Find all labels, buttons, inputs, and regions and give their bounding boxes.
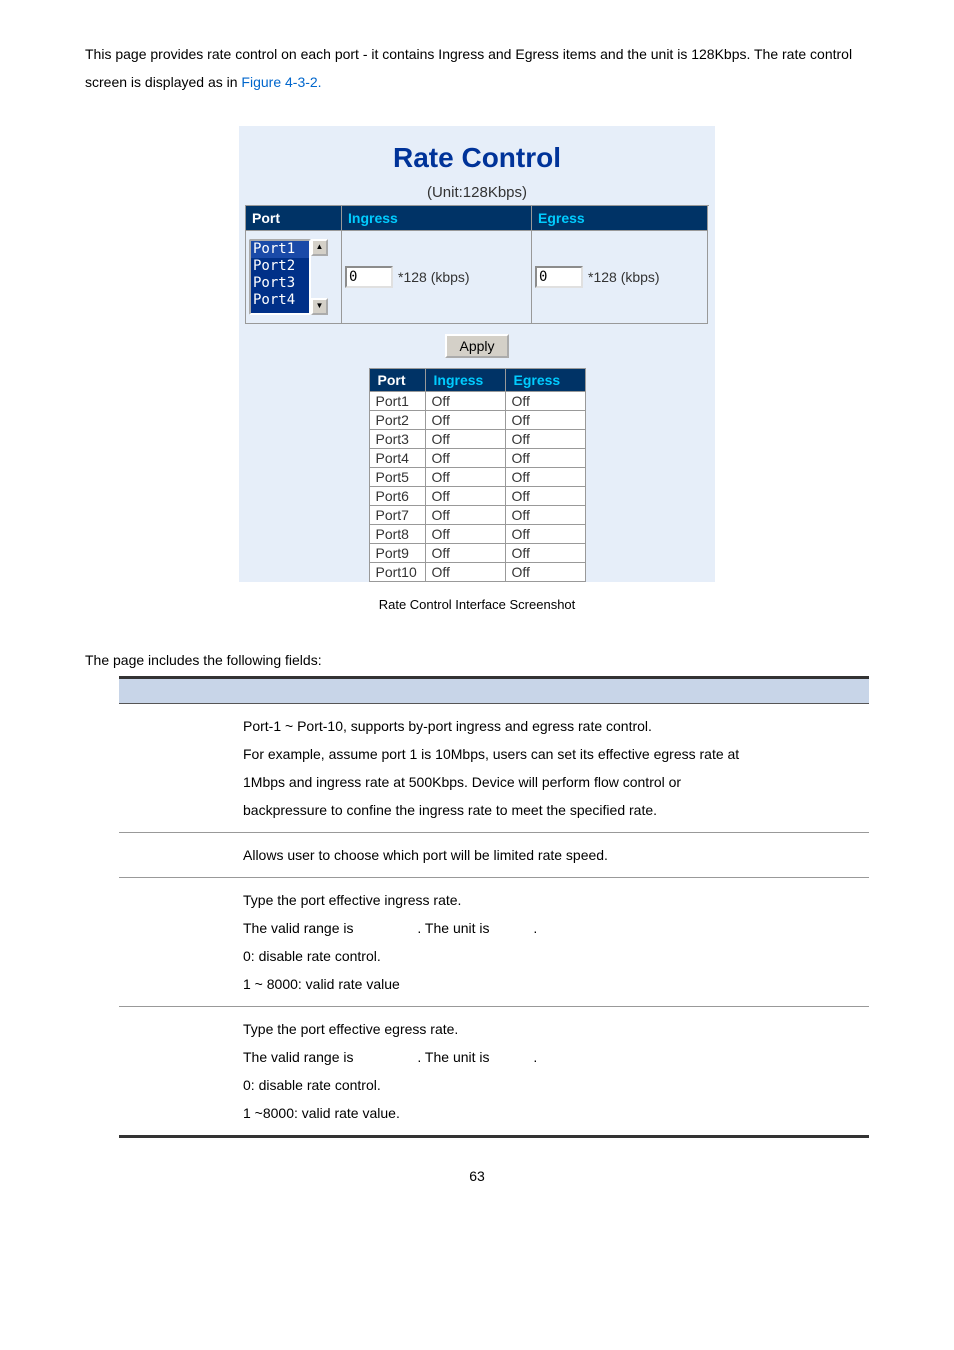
egress-unit-label: *128 (kbps)	[583, 269, 660, 285]
figure-caption: Rate Control Interface Screenshot	[85, 597, 869, 612]
desc-text: 0: disable rate control.	[243, 1071, 865, 1099]
desc-text: The valid range is . The unit is .	[243, 914, 865, 942]
intro-paragraph: This page provides rate control on each …	[85, 40, 869, 96]
port-option[interactable]: Port3	[251, 275, 309, 292]
port-option[interactable]: Port4	[251, 292, 309, 309]
port-option[interactable]: Port2	[251, 258, 309, 275]
table-row: Port7OffOff	[369, 506, 585, 525]
desc-text: 0: disable rate control.	[243, 942, 865, 970]
rate-control-panel: Rate Control (Unit:128Kbps) Port Ingress…	[239, 126, 715, 582]
desc-head-cell	[239, 678, 869, 704]
table-row: Port2OffOff	[369, 411, 585, 430]
desc-text: For example, assume port 1 is 10Mbps, us…	[243, 740, 865, 768]
ingress-input[interactable]	[345, 266, 393, 288]
status-table: Port Ingress Egress Port1OffOff Port2Off…	[369, 368, 586, 582]
desc-head-cell	[119, 678, 239, 704]
table-row: Allows user to choose which port will be…	[119, 833, 869, 878]
desc-text: Port-1 ~ Port-10, supports by-port ingre…	[243, 712, 865, 740]
header-ingress: Ingress	[342, 206, 532, 231]
port-option[interactable]: Port1	[251, 241, 309, 258]
port-select[interactable]: Port1 Port2 Port3 Port4	[249, 239, 311, 315]
table-row: Port8OffOff	[369, 525, 585, 544]
apply-button[interactable]: Apply	[445, 334, 508, 358]
status-header-egress: Egress	[505, 369, 585, 392]
table-row: Port1OffOff	[369, 392, 585, 411]
rate-control-title: Rate Control	[245, 138, 709, 184]
table-row: Port10OffOff	[369, 563, 585, 582]
rate-control-unit: (Unit:128Kbps)	[245, 184, 709, 205]
header-port: Port	[246, 206, 342, 231]
desc-text: 1 ~ 8000: valid rate value	[243, 970, 865, 998]
egress-input[interactable]	[535, 266, 583, 288]
header-egress: Egress	[532, 206, 708, 231]
desc-text: Type the port effective ingress rate.	[243, 886, 865, 914]
desc-text: backpressure to confine the ingress rate…	[243, 796, 865, 824]
table-row: Type the port effective ingress rate. Th…	[119, 878, 869, 1007]
desc-text: The valid range is . The unit is .	[243, 1043, 865, 1071]
table-row: Port-1 ~ Port-10, supports by-port ingre…	[119, 704, 869, 833]
fields-intro: The page includes the following fields:	[85, 652, 869, 668]
ingress-unit-label: *128 (kbps)	[393, 269, 470, 285]
table-row: Port5OffOff	[369, 468, 585, 487]
desc-text: 1Mbps and ingress rate at 500Kbps. Devic…	[243, 768, 865, 796]
status-header-port: Port	[369, 369, 425, 392]
description-table: Port-1 ~ Port-10, supports by-port ingre…	[119, 676, 869, 1138]
scroll-up-icon[interactable]: ▲	[311, 239, 328, 256]
desc-text: 1 ~8000: valid rate value.	[243, 1099, 865, 1127]
table-row: Type the port effective egress rate. The…	[119, 1007, 869, 1137]
table-row: Port4OffOff	[369, 449, 585, 468]
status-header-ingress: Ingress	[425, 369, 505, 392]
page-number: 63	[85, 1168, 869, 1184]
table-row: Port9OffOff	[369, 544, 585, 563]
table-row: Port3OffOff	[369, 430, 585, 449]
desc-text: Allows user to choose which port will be…	[239, 833, 869, 878]
figure-link[interactable]: Figure 4-3-2.	[241, 74, 321, 90]
intro-text: This page provides rate control on each …	[85, 46, 852, 90]
table-row: Port6OffOff	[369, 487, 585, 506]
scroll-down-icon[interactable]: ▼	[311, 298, 328, 315]
desc-text: Type the port effective egress rate.	[243, 1015, 865, 1043]
